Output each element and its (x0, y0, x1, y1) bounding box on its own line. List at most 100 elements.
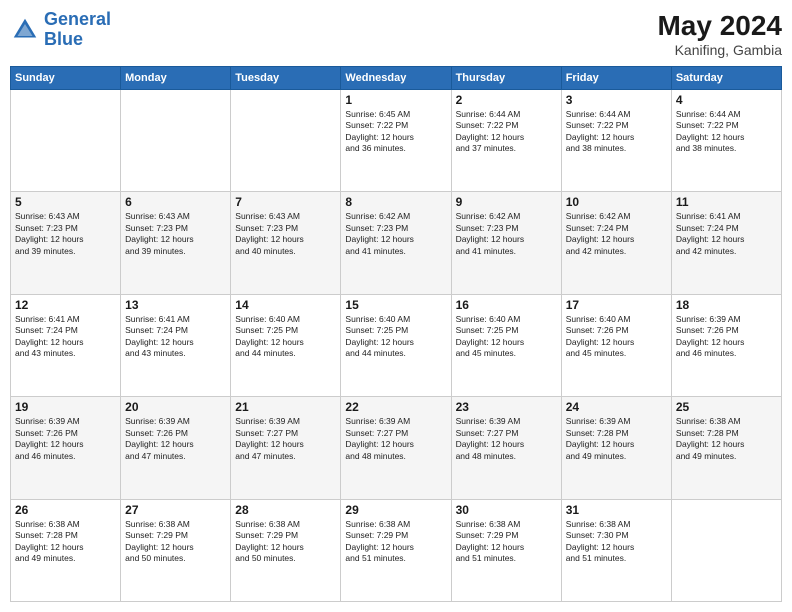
day-info-17: Sunrise: 6:40 AM Sunset: 7:26 PM Dayligh… (566, 314, 667, 360)
empty-cell (231, 90, 341, 192)
day-number-7: 7 (235, 195, 336, 209)
day-number-16: 16 (456, 298, 557, 312)
day-number-9: 9 (456, 195, 557, 209)
day-info-12: Sunrise: 6:41 AM Sunset: 7:24 PM Dayligh… (15, 314, 116, 360)
calendar-body: 1Sunrise: 6:45 AM Sunset: 7:22 PM Daylig… (11, 90, 782, 602)
day-info-18: Sunrise: 6:39 AM Sunset: 7:26 PM Dayligh… (676, 314, 777, 360)
day-number-14: 14 (235, 298, 336, 312)
day-number-23: 23 (456, 400, 557, 414)
day-info-21: Sunrise: 6:39 AM Sunset: 7:27 PM Dayligh… (235, 416, 336, 462)
day-info-13: Sunrise: 6:41 AM Sunset: 7:24 PM Dayligh… (125, 314, 226, 360)
day-cell-25: 25Sunrise: 6:38 AM Sunset: 7:28 PM Dayli… (671, 397, 781, 499)
day-info-24: Sunrise: 6:39 AM Sunset: 7:28 PM Dayligh… (566, 416, 667, 462)
day-number-15: 15 (345, 298, 446, 312)
day-cell-19: 19 Sunrise: 6:39 AM Sunset: 7:26 PM Dayli… (11, 397, 121, 499)
day-info-10: Sunrise: 6:42 AM Sunset: 7:24 PM Dayligh… (566, 211, 667, 257)
weekday-sunday: Sunday (11, 67, 121, 90)
day-cell-15: 15 Sunrise: 6:40 AM Sunset: 7:25 PM Dayli… (341, 294, 451, 396)
weekday-monday: Monday (121, 67, 231, 90)
logo-icon (10, 15, 40, 45)
day-cell-16: 16Sunrise: 6:40 AM Sunset: 7:25 PM Dayli… (451, 294, 561, 396)
day-number-8: 8 (345, 195, 446, 209)
day-cell-18: 18 Sunrise: 6:39 AM Sunset: 7:26 PM Dayli… (671, 294, 781, 396)
day-number-13: 13 (125, 298, 226, 312)
day-info-28: Sunrise: 6:38 AM Sunset: 7:29 PM Dayligh… (235, 519, 336, 565)
day-number-22: 22 (345, 400, 446, 414)
day-number-19: 19 (15, 400, 116, 414)
day-cell-8: 8 Sunrise: 6:42 AM Sunset: 7:23 PM Daylig… (341, 192, 451, 294)
day-number-10: 10 (566, 195, 667, 209)
day-info-27: Sunrise: 6:38 AM Sunset: 7:29 PM Dayligh… (125, 519, 226, 565)
day-number-30: 30 (456, 503, 557, 517)
day-number-21: 21 (235, 400, 336, 414)
day-cell-14: 14 Sunrise: 6:40 AM Sunset: 7:25 PM Dayli… (231, 294, 341, 396)
day-info-30: Sunrise: 6:38 AM Sunset: 7:29 PM Dayligh… (456, 519, 557, 565)
day-cell-5: 5Sunrise: 6:43 AM Sunset: 7:23 PM Daylig… (11, 192, 121, 294)
title-block: May 2024 Kanifing, Gambia (657, 10, 782, 58)
day-cell-26: 26 Sunrise: 6:38 AM Sunset: 7:28 PM Dayli… (11, 499, 121, 601)
day-cell-23: 23 Sunrise: 6:39 AM Sunset: 7:27 PM Dayli… (451, 397, 561, 499)
day-cell-21: 21 Sunrise: 6:39 AM Sunset: 7:27 PM Dayli… (231, 397, 341, 499)
day-info-5: Sunrise: 6:43 AM Sunset: 7:23 PM Dayligh… (15, 211, 116, 257)
day-cell-31: 31Sunrise: 6:38 AM Sunset: 7:30 PM Dayli… (561, 499, 671, 601)
logo-text: General Blue (44, 10, 111, 50)
day-cell-4: 4 Sunrise: 6:44 AM Sunset: 7:22 PM Daylig… (671, 90, 781, 192)
day-number-3: 3 (566, 93, 667, 107)
weekday-header-row: SundayMondayTuesdayWednesdayThursdayFrid… (11, 67, 782, 90)
day-info-15: Sunrise: 6:40 AM Sunset: 7:25 PM Dayligh… (345, 314, 446, 360)
day-number-27: 27 (125, 503, 226, 517)
weekday-wednesday: Wednesday (341, 67, 451, 90)
weekday-tuesday: Tuesday (231, 67, 341, 90)
day-number-20: 20 (125, 400, 226, 414)
day-info-2: Sunrise: 6:44 AM Sunset: 7:22 PM Dayligh… (456, 109, 557, 155)
empty-cell (121, 90, 231, 192)
day-cell-12: 12Sunrise: 6:41 AM Sunset: 7:24 PM Dayli… (11, 294, 121, 396)
day-number-2: 2 (456, 93, 557, 107)
weekday-saturday: Saturday (671, 67, 781, 90)
day-cell-29: 29Sunrise: 6:38 AM Sunset: 7:29 PM Dayli… (341, 499, 451, 601)
week-row-1: 1Sunrise: 6:45 AM Sunset: 7:22 PM Daylig… (11, 90, 782, 192)
day-info-29: Sunrise: 6:38 AM Sunset: 7:29 PM Dayligh… (345, 519, 446, 565)
day-info-6: Sunrise: 6:43 AM Sunset: 7:23 PM Dayligh… (125, 211, 226, 257)
weekday-thursday: Thursday (451, 67, 561, 90)
day-info-23: Sunrise: 6:39 AM Sunset: 7:27 PM Dayligh… (456, 416, 557, 462)
location: Kanifing, Gambia (657, 42, 782, 58)
day-info-7: Sunrise: 6:43 AM Sunset: 7:23 PM Dayligh… (235, 211, 336, 257)
day-cell-28: 28 Sunrise: 6:38 AM Sunset: 7:29 PM Dayli… (231, 499, 341, 601)
day-number-4: 4 (676, 93, 777, 107)
day-info-19: Sunrise: 6:39 AM Sunset: 7:26 PM Dayligh… (15, 416, 116, 462)
calendar-table: SundayMondayTuesdayWednesdayThursdayFrid… (10, 66, 782, 602)
day-number-17: 17 (566, 298, 667, 312)
day-number-25: 25 (676, 400, 777, 414)
day-cell-27: 27 Sunrise: 6:38 AM Sunset: 7:29 PM Dayli… (121, 499, 231, 601)
day-info-14: Sunrise: 6:40 AM Sunset: 7:25 PM Dayligh… (235, 314, 336, 360)
day-number-28: 28 (235, 503, 336, 517)
day-number-6: 6 (125, 195, 226, 209)
day-number-18: 18 (676, 298, 777, 312)
day-cell-7: 7 Sunrise: 6:43 AM Sunset: 7:23 PM Daylig… (231, 192, 341, 294)
week-row-5: 26 Sunrise: 6:38 AM Sunset: 7:28 PM Dayli… (11, 499, 782, 601)
empty-cell (11, 90, 121, 192)
day-number-11: 11 (676, 195, 777, 209)
day-cell-1: 1Sunrise: 6:45 AM Sunset: 7:22 PM Daylig… (341, 90, 451, 192)
day-cell-3: 3 Sunrise: 6:44 AM Sunset: 7:22 PM Daylig… (561, 90, 671, 192)
day-number-24: 24 (566, 400, 667, 414)
empty-cell (671, 499, 781, 601)
day-info-26: Sunrise: 6:38 AM Sunset: 7:28 PM Dayligh… (15, 519, 116, 565)
day-info-3: Sunrise: 6:44 AM Sunset: 7:22 PM Dayligh… (566, 109, 667, 155)
day-cell-22: 22Sunrise: 6:39 AM Sunset: 7:27 PM Dayli… (341, 397, 451, 499)
day-number-26: 26 (15, 503, 116, 517)
day-cell-20: 20Sunrise: 6:39 AM Sunset: 7:26 PM Dayli… (121, 397, 231, 499)
logo: General Blue (10, 10, 111, 50)
month-year: May 2024 (657, 10, 782, 42)
page: General Blue May 2024 Kanifing, Gambia S… (0, 0, 792, 612)
week-row-4: 19 Sunrise: 6:39 AM Sunset: 7:26 PM Dayli… (11, 397, 782, 499)
day-info-1: Sunrise: 6:45 AM Sunset: 7:22 PM Dayligh… (345, 109, 446, 155)
day-cell-24: 24 Sunrise: 6:39 AM Sunset: 7:28 PM Dayli… (561, 397, 671, 499)
week-row-2: 5Sunrise: 6:43 AM Sunset: 7:23 PM Daylig… (11, 192, 782, 294)
weekday-friday: Friday (561, 67, 671, 90)
day-info-4: Sunrise: 6:44 AM Sunset: 7:22 PM Dayligh… (676, 109, 777, 155)
header: General Blue May 2024 Kanifing, Gambia (10, 10, 782, 58)
day-info-8: Sunrise: 6:42 AM Sunset: 7:23 PM Dayligh… (345, 211, 446, 257)
logo-blue: Blue (44, 29, 83, 49)
